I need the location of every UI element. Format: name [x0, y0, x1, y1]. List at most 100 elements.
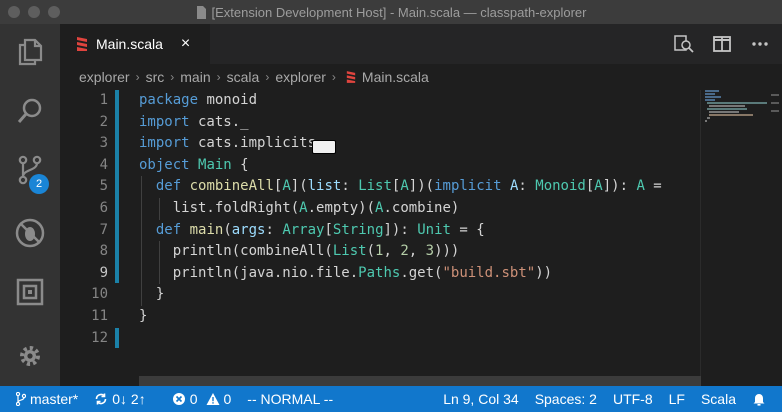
problems-indicator[interactable]: 0 0	[172, 391, 232, 407]
tab-close-button[interactable]: ×	[181, 36, 190, 52]
open-changes-icon	[674, 35, 694, 53]
breadcrumb-item[interactable]: explorer	[275, 69, 326, 85]
files-icon	[18, 38, 43, 66]
debug-view-button[interactable]	[0, 209, 60, 257]
code-line: println(combineAll(List(1, 2, 3)))	[139, 243, 460, 260]
indentation-setting[interactable]: Spaces: 2	[535, 391, 597, 407]
code-line: import cats.implicits._	[139, 135, 333, 152]
line-number: 12	[91, 329, 108, 346]
line-number: 3	[99, 135, 108, 152]
title-bar: [Extension Development Host] - Main.scal…	[0, 0, 782, 24]
line-number: 8	[99, 243, 108, 260]
line-number: 5	[99, 178, 108, 195]
activity-bar: 2	[0, 24, 60, 386]
error-count: 0	[189, 391, 198, 407]
branch-indicator[interactable]: master*	[16, 391, 78, 407]
extensions-view-button[interactable]	[0, 268, 60, 316]
code-content[interactable]: package monoid import cats._ import cats…	[139, 90, 699, 349]
diff-added-marker[interactable]	[115, 328, 119, 348]
code-line: def combineAll[A](list: List[A])(implici…	[155, 178, 662, 195]
mouse-cursor-indicator	[312, 140, 336, 154]
horizontal-scrollbar[interactable]	[139, 376, 701, 386]
line-number: 11	[91, 307, 108, 324]
tab-main-scala[interactable]: Main.scala ×	[60, 24, 210, 64]
breadcrumb-item[interactable]: src	[146, 69, 165, 85]
scm-badge: 2	[29, 174, 49, 194]
vim-mode: -- NORMAL --	[247, 391, 334, 407]
language-mode[interactable]: Scala	[701, 391, 736, 407]
line-number: 4	[99, 156, 108, 173]
line-number: 1	[99, 92, 108, 108]
scala-file-icon	[346, 71, 356, 83]
split-editor-icon	[713, 36, 731, 52]
minimap[interactable]	[703, 90, 767, 130]
line-number: 6	[99, 199, 108, 216]
status-bar: master* 0↓ 2↑ 0 0 -- NORMAL -- Ln 9, Col…	[0, 386, 782, 412]
breadcrumb-separator: ›	[331, 70, 336, 84]
code-line: def main(args: Array[String]): Unit = {	[155, 221, 485, 238]
breadcrumb-item[interactable]: scala	[227, 69, 260, 85]
breadcrumb-item[interactable]: explorer	[79, 69, 130, 85]
breadcrumb-item-file[interactable]: Main.scala	[362, 69, 429, 85]
close-window-button[interactable]	[8, 6, 20, 18]
line-number: 7	[99, 221, 108, 238]
cursor-position[interactable]: Ln 9, Col 34	[443, 391, 519, 407]
line-number-active: 9	[99, 264, 108, 281]
scala-file-icon	[77, 37, 87, 51]
vim-mode-indicator: -- NORMAL --	[247, 391, 333, 407]
bell-icon	[753, 394, 765, 406]
diff-added-marker[interactable]	[115, 90, 119, 176]
diff-modified-marker[interactable]	[115, 176, 119, 240]
code-line: package monoid	[139, 92, 258, 108]
window-controls[interactable]	[8, 6, 60, 18]
maximize-window-button[interactable]	[48, 6, 60, 18]
more-icon	[752, 42, 768, 46]
breadcrumb-separator: ›	[170, 70, 175, 84]
line-number: 10	[91, 286, 108, 303]
line-number: 2	[99, 113, 108, 130]
breadcrumb-separator: ›	[135, 70, 140, 84]
sync-icon	[95, 393, 107, 405]
extensions-icon	[16, 278, 44, 306]
branch-name: master*	[30, 391, 79, 407]
minimize-window-button[interactable]	[28, 6, 40, 18]
code-line: import cats._	[139, 113, 249, 130]
breadcrumb-separator: ›	[265, 70, 270, 84]
breadcrumb: explorer › src › main › scala › explorer…	[60, 64, 782, 90]
document-icon	[196, 5, 206, 19]
search-view-button[interactable]	[0, 87, 60, 135]
sync-status: 0↓ 2↑	[112, 391, 146, 407]
more-actions-button[interactable]	[750, 34, 770, 54]
diff-added-marker[interactable]	[115, 240, 119, 283]
minimap-border	[700, 90, 701, 386]
settings-button[interactable]	[0, 332, 60, 380]
error-icon	[172, 393, 185, 405]
breadcrumb-separator: ›	[216, 70, 221, 84]
git-branch-icon	[16, 392, 26, 406]
debug-icon	[15, 218, 45, 248]
line-number-gutter: 1 2 3 4 5 6 7 8 9 10 11 12	[60, 90, 114, 349]
encoding-setting[interactable]: UTF-8	[613, 391, 653, 407]
gear-icon	[20, 346, 40, 366]
vertical-scrollbar[interactable]	[768, 90, 782, 386]
breadcrumb-item[interactable]: main	[180, 69, 210, 85]
code-editor[interactable]: 1 2 3 4 5 6 7 8 9 10 11 12 package monoi…	[60, 90, 782, 386]
code-line: list.foldRight(A.empty)(A.combine)	[139, 199, 460, 216]
eol-setting[interactable]: LF	[669, 391, 685, 407]
warning-icon	[206, 393, 219, 405]
search-icon	[17, 98, 42, 123]
split-editor-button[interactable]	[712, 34, 732, 54]
code-line-active: println(java.nio.file.Paths.get("build.s…	[139, 264, 553, 281]
notifications-button[interactable]	[752, 392, 766, 406]
open-changes-button[interactable]	[674, 34, 694, 54]
explorer-view-button[interactable]	[0, 28, 60, 76]
window-title: [Extension Development Host] - Main.scal…	[211, 4, 587, 20]
sync-indicator[interactable]: 0↓ 2↑	[94, 391, 146, 407]
tab-label: Main.scala	[96, 36, 163, 52]
code-line: object Main {	[139, 156, 249, 173]
code-line: }	[139, 286, 165, 303]
code-line: }	[139, 307, 148, 324]
tab-bar: Main.scala ×	[60, 24, 782, 64]
warning-count: 0	[223, 391, 232, 407]
